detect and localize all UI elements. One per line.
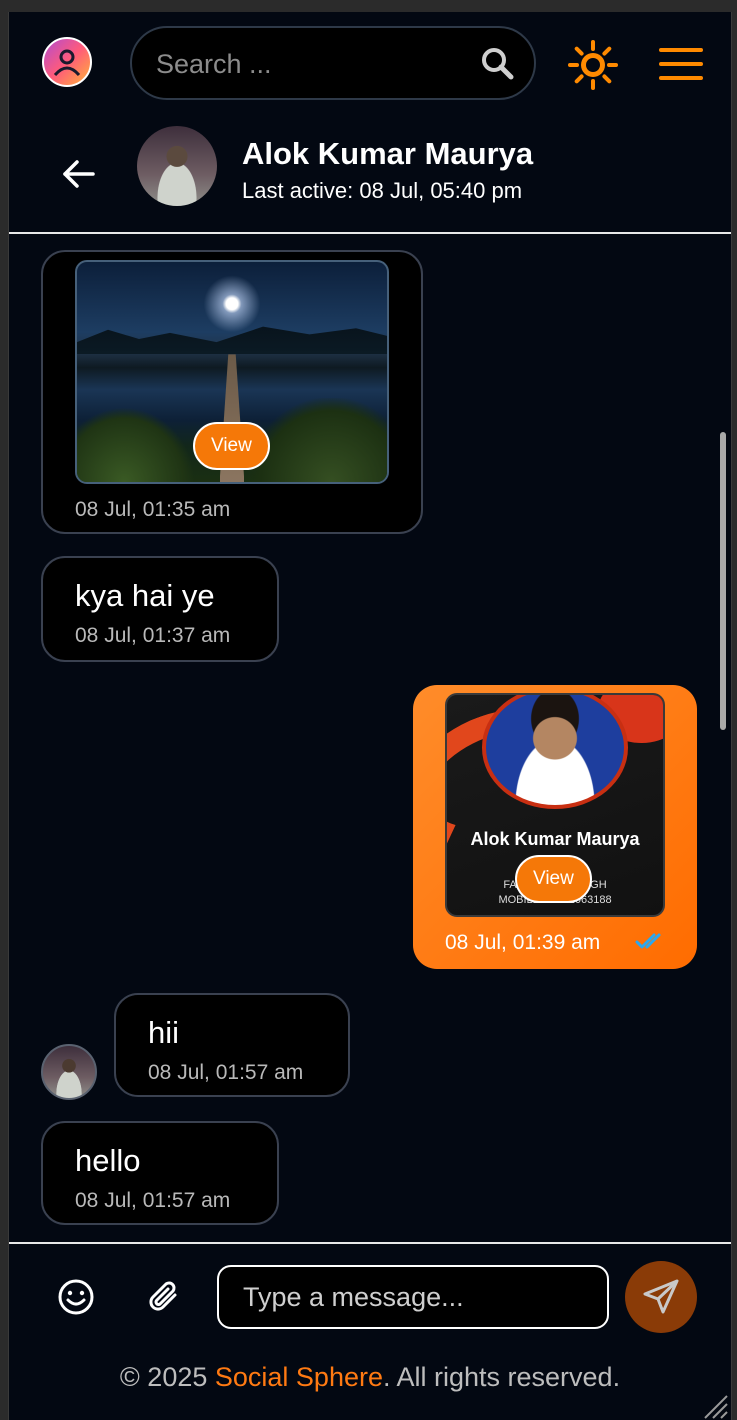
message-input[interactable] xyxy=(217,1265,609,1329)
contact-avatar[interactable] xyxy=(137,126,217,206)
message-time: 08 Jul, 01:57 am xyxy=(75,1189,231,1212)
message-bubble-sent: Alok Kumar Maurya R 3 FATHER'S B. SINGH … xyxy=(413,685,697,969)
view-image-button[interactable]: View xyxy=(193,422,270,470)
footer-suffix: . All rights reserved. xyxy=(382,1362,621,1392)
message-text: hii xyxy=(148,1015,180,1050)
sun-icon[interactable] xyxy=(568,40,618,90)
search-box[interactable] xyxy=(130,26,536,100)
message-text: kya hai ye xyxy=(75,578,215,613)
view-image-button[interactable]: View xyxy=(515,855,592,903)
attachment-paperclip-icon[interactable] xyxy=(145,1278,183,1316)
message-list[interactable]: View 08 Jul, 01:35 am kya hai ye 08 Jul,… xyxy=(9,234,731,1242)
message-bubble-received: kya hai ye 08 Jul, 01:37 am xyxy=(41,556,279,662)
hamburger-menu-icon[interactable] xyxy=(658,46,704,82)
send-plane-icon xyxy=(643,1279,679,1314)
resize-handle-icon[interactable] xyxy=(701,1392,729,1420)
search-icon[interactable] xyxy=(480,46,514,80)
search-input[interactable] xyxy=(154,42,458,86)
message-time: 08 Jul, 01:39 am xyxy=(445,931,601,954)
back-arrow-icon[interactable] xyxy=(61,156,97,192)
send-button[interactable] xyxy=(625,1261,697,1333)
image-caption-name: Alok Kumar Maurya xyxy=(470,829,640,849)
footer-brand-link[interactable]: Social Sphere xyxy=(215,1362,383,1392)
emoji-icon[interactable] xyxy=(57,1278,95,1316)
message-bubble-received: hii 08 Jul, 01:57 am xyxy=(114,993,350,1097)
footer-copyright: © 2025 Social Sphere. All rights reserve… xyxy=(9,1362,731,1393)
contact-name: Alok Kumar Maurya xyxy=(242,136,534,171)
top-navbar xyxy=(9,12,731,120)
scrollbar-thumb[interactable] xyxy=(720,432,726,730)
message-composer: © 2025 Social Sphere. All rights reserve… xyxy=(9,1242,731,1420)
message-time: 08 Jul, 01:35 am xyxy=(75,498,231,521)
sender-avatar[interactable] xyxy=(41,1044,97,1100)
message-bubble-received: View 08 Jul, 01:35 am xyxy=(41,250,423,534)
chat-header: Alok Kumar Maurya Last active: 08 Jul, 0… xyxy=(9,120,731,234)
message-time: 08 Jul, 01:57 am xyxy=(148,1061,304,1084)
app-logo-icon[interactable] xyxy=(42,37,92,87)
message-time: 08 Jul, 01:37 am xyxy=(75,624,231,647)
read-receipt-double-check-icon xyxy=(635,933,661,949)
app-frame: Alok Kumar Maurya Last active: 08 Jul, 0… xyxy=(8,12,732,1420)
last-active-status: Last active: 08 Jul, 05:40 pm xyxy=(242,178,523,203)
message-text: hello xyxy=(75,1143,141,1178)
footer-prefix: © 2025 xyxy=(119,1362,215,1392)
message-bubble-received: hello 08 Jul, 01:57 am xyxy=(41,1121,279,1225)
